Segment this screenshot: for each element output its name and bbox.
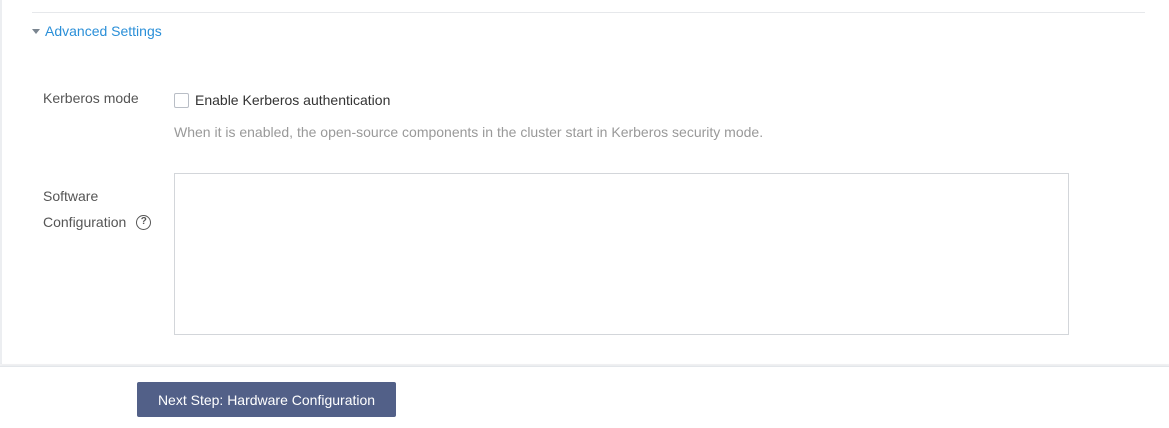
next-step-hardware-configuration-button[interactable]: Next Step: Hardware Configuration — [137, 382, 396, 417]
software-configuration-label: Software Configuration ? — [43, 183, 152, 235]
kerberos-hint-text: When it is enabled, the open-source comp… — [174, 124, 764, 140]
caret-down-icon — [32, 28, 40, 34]
software-label-line2: Configuration — [43, 214, 127, 230]
software-label-line2-row: Configuration ? — [43, 209, 152, 235]
footer-bar: Next Step: Hardware Configuration — [0, 366, 1169, 428]
advanced-settings-label: Advanced Settings — [45, 23, 162, 39]
section-divider — [32, 12, 1145, 13]
enable-kerberos-checkbox[interactable] — [174, 92, 189, 108]
software-configuration-textarea[interactable] — [174, 173, 1069, 335]
kerberos-mode-label: Kerberos mode — [43, 90, 139, 106]
help-icon[interactable]: ? — [136, 214, 152, 230]
advanced-settings-panel: Advanced Settings Kerberos mode Enable K… — [0, 0, 1169, 364]
advanced-settings-toggle[interactable]: Advanced Settings — [32, 23, 162, 39]
enable-kerberos-label[interactable]: Enable Kerberos authentication — [195, 92, 390, 108]
enable-kerberos-checkbox-row[interactable]: Enable Kerberos authentication — [174, 92, 390, 108]
software-label-line1: Software — [43, 188, 99, 204]
